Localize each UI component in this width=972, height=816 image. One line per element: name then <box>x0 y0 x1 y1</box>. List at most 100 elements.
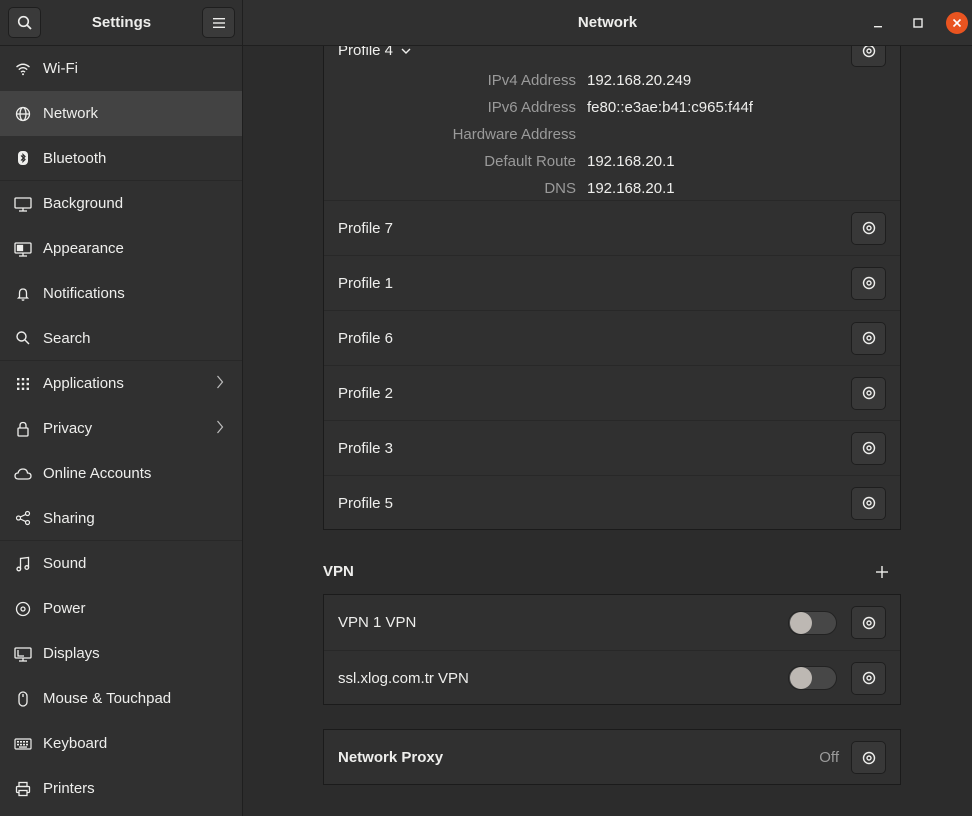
sidebar-item-sound[interactable]: Sound <box>0 541 242 586</box>
menu-button[interactable] <box>202 7 235 38</box>
profile-settings-button[interactable] <box>851 431 886 465</box>
vpn-settings-button[interactable] <box>851 661 886 695</box>
sidebar-item-sharing[interactable]: Sharing <box>0 496 242 541</box>
vpn-row[interactable]: VPN 1 VPN <box>324 595 900 650</box>
background-icon <box>14 195 32 213</box>
gear-icon <box>862 221 875 235</box>
vpn-toggle[interactable] <box>788 666 837 690</box>
sidebar-item-notifications[interactable]: Notifications <box>0 271 242 316</box>
gear-icon <box>862 441 875 455</box>
profile-settings-button[interactable] <box>851 211 886 245</box>
network-proxy-label: Network Proxy <box>338 749 444 766</box>
network-panel[interactable]: Profile 4 IPv4 Address 192.168.20.249 IP… <box>244 46 972 816</box>
profile-row[interactable]: Profile 5 <box>324 475 900 530</box>
network-proxy-row[interactable]: Network Proxy Off <box>324 730 900 785</box>
profile-name: Profile 5 <box>338 494 394 512</box>
sidebar-item-label: Mouse & Touchpad <box>43 690 172 707</box>
sidebar-item-wifi[interactable]: Wi-Fi <box>0 46 242 91</box>
sidebar-item-label: Bluetooth <box>43 149 107 167</box>
toggle-knob <box>790 611 812 634</box>
profile-settings-button[interactable] <box>851 376 886 410</box>
profile-name: Profile 4 <box>338 46 394 59</box>
sidebar-item-applications[interactable]: Applications <box>0 361 242 406</box>
profile-name: Profile 7 <box>338 219 394 237</box>
hamburger-icon <box>212 17 225 28</box>
network-icon <box>14 105 32 123</box>
minimize-icon <box>874 26 882 28</box>
chevron-right-icon <box>216 375 224 393</box>
profile-row[interactable]: Profile 2 <box>324 365 900 420</box>
chevron-down-icon <box>401 46 411 59</box>
chevron-right-icon <box>216 420 224 438</box>
sidebar-item-privacy[interactable]: Privacy <box>0 406 242 451</box>
minimize-button[interactable] <box>867 12 889 34</box>
sidebar-item-label: Appearance <box>43 240 124 257</box>
sidebar-item-network[interactable]: Network <box>0 91 242 136</box>
sidebar-item-label: Applications <box>43 375 124 392</box>
profile-row[interactable]: Profile 3 <box>324 420 900 475</box>
gear-icon <box>862 46 875 57</box>
sidebar-item-label: Sound <box>43 555 87 572</box>
sidebar-item-label: Wi-Fi <box>43 60 78 77</box>
sidebar-item-online-accounts[interactable]: Online Accounts <box>0 451 242 496</box>
expanded-profile-header[interactable]: Profile 4 <box>338 46 411 59</box>
detail-row-default-route: Default Route 192.168.20.1 <box>324 148 900 175</box>
profile-row[interactable]: Profile 1 <box>324 255 900 310</box>
vpn-row[interactable]: ssl.xlog.com.tr VPN <box>324 650 900 705</box>
gear-icon <box>862 331 875 345</box>
sidebar-item-label: Notifications <box>43 285 125 302</box>
search-icon <box>14 329 32 347</box>
gear-icon <box>862 496 875 510</box>
detail-value: 192.168.20.249 <box>587 72 692 89</box>
profile-name: Profile 1 <box>338 274 394 292</box>
gear-icon <box>862 616 875 629</box>
sidebar-item-label: Online Accounts <box>43 465 152 482</box>
profile-row[interactable]: Profile 6 <box>324 310 900 365</box>
profile-settings-button[interactable] <box>851 321 886 355</box>
profile-settings-button[interactable] <box>851 266 886 300</box>
detail-label: IPv6 Address <box>487 99 576 116</box>
sidebar-item-label: Displays <box>43 645 100 662</box>
close-button[interactable] <box>946 12 968 34</box>
lock-icon <box>14 420 32 438</box>
detail-label: Hardware Address <box>452 126 576 143</box>
vpn-name: ssl.xlog.com.tr VPN <box>338 669 469 687</box>
sidebar-item-appearance[interactable]: Appearance <box>0 226 242 271</box>
detail-row-dns: DNS 192.168.20.1 <box>324 175 900 202</box>
mouse-icon <box>14 690 32 708</box>
plus-icon <box>876 566 888 578</box>
share-icon <box>14 509 32 527</box>
profile-settings-button[interactable] <box>851 46 886 67</box>
sidebar-item-label: Privacy <box>43 420 93 437</box>
network-proxy-status: Off <box>819 749 839 766</box>
profile-row[interactable]: Profile 7 <box>324 200 900 255</box>
sidebar: Wi-Fi Network Bluetooth Background Appea… <box>0 46 243 816</box>
profile-settings-button[interactable] <box>851 486 886 520</box>
sidebar-item-keyboard[interactable]: Keyboard <box>0 721 242 766</box>
sidebar-item-label: Background <box>43 195 124 212</box>
close-icon <box>952 18 962 28</box>
detail-value: 192.168.20.1 <box>587 180 675 197</box>
sidebar-item-label: Power <box>43 600 86 617</box>
maximize-button[interactable] <box>907 12 929 34</box>
sidebar-item-printers[interactable]: Printers <box>0 766 242 811</box>
sidebar-item-displays[interactable]: Displays <box>0 631 242 676</box>
network-proxy-settings-button[interactable] <box>851 741 886 774</box>
gear-icon <box>862 276 875 290</box>
add-vpn-button[interactable] <box>872 562 892 582</box>
sidebar-item-mouse-touchpad[interactable]: Mouse & Touchpad <box>0 676 242 721</box>
sidebar-item-label: Printers <box>43 780 95 797</box>
vpn-toggle[interactable] <box>788 610 837 635</box>
network-proxy-card[interactable]: Network Proxy Off <box>323 729 901 785</box>
keyboard-icon <box>14 735 32 753</box>
sidebar-item-background[interactable]: Background <box>0 181 242 226</box>
detail-label: IPv4 Address <box>487 72 576 89</box>
vpn-settings-button[interactable] <box>851 606 886 639</box>
gear-icon <box>862 751 875 764</box>
sidebar-item-label: Network <box>43 105 99 122</box>
sidebar-item-power[interactable]: Power <box>0 586 242 631</box>
detail-value: 192.168.20.1 <box>587 153 675 170</box>
sidebar-item-search[interactable]: Search <box>0 316 242 361</box>
vpn-card: VPN 1 VPN ssl.xlog.com.tr VPN <box>323 594 901 705</box>
sidebar-item-bluetooth[interactable]: Bluetooth <box>0 136 242 181</box>
